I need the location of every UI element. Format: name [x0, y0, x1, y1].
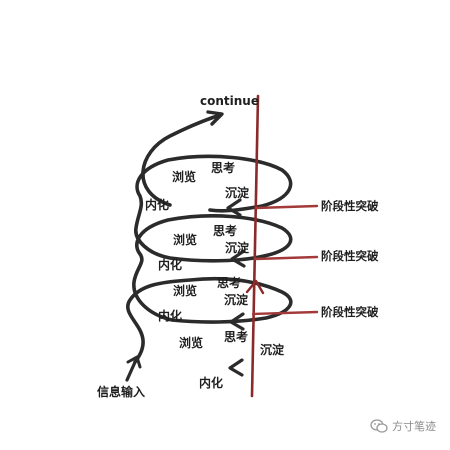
input-label: 信息输入 [97, 385, 146, 399]
internalize-label-2: 内化 [158, 258, 183, 272]
think-label-2: 思考 [213, 224, 238, 238]
watermark-text: 方寸笔迹 [392, 420, 436, 433]
breakthrough-label-2: 阶段性突破 [321, 249, 379, 263]
wechat-icon [370, 419, 388, 433]
settle-label-1: 沉淀 [225, 186, 250, 200]
breakthrough-label-3: 阶段性突破 [321, 305, 379, 319]
settle-label-2: 沉淀 [225, 241, 250, 255]
progress-axis [250, 94, 260, 398]
think-label-1: 思考 [211, 161, 236, 175]
loop-arrowhead-1 [226, 198, 242, 217]
think-label-4: 思考 [224, 330, 249, 344]
breakthrough-branch-3 [251, 310, 319, 316]
spiral-outer-arc [141, 113, 222, 207]
spiral-diagram: continue 思考 浏览 沉淀 内化 思考 浏览 沉淀 内化 思考 浏览 沉… [0, 0, 450, 450]
settle-label-4: 沉淀 [260, 343, 285, 357]
internalize-label-1: 内化 [145, 198, 170, 212]
browse-label-2: 浏览 [173, 233, 198, 247]
loop-arrowhead-4 [228, 358, 244, 377]
think-label-3: 思考 [217, 276, 242, 290]
internalize-label-3: 内化 [158, 309, 183, 323]
internalize-label-4: 内化 [199, 376, 224, 390]
browse-label-4: 浏览 [179, 336, 204, 350]
browse-label-1: 浏览 [172, 170, 197, 184]
browse-label-3: 浏览 [173, 284, 198, 298]
watermark: 方寸笔迹 [370, 418, 436, 434]
settle-label-3: 沉淀 [224, 293, 249, 307]
breakthrough-label-1: 阶段性突破 [321, 199, 379, 213]
continue-label: continue [200, 94, 259, 108]
